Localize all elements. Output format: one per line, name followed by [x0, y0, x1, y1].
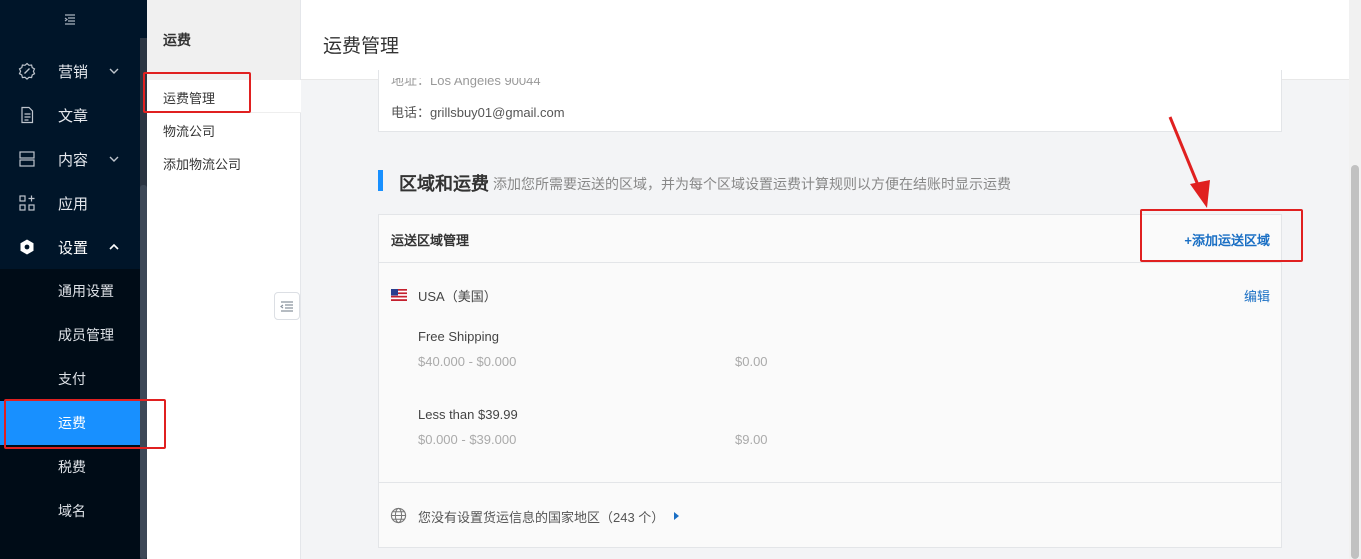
- unassigned-countries-text[interactable]: 您没有设置货运信息的国家地区（243 个）: [418, 507, 664, 526]
- sidebar-subitem-payment[interactable]: 支付: [0, 357, 140, 401]
- list-collapse-icon: [280, 300, 293, 312]
- content-icon: [18, 150, 36, 168]
- main-scroll-thumb[interactable]: [1351, 165, 1359, 559]
- sidebar-item-label: 应用: [58, 195, 89, 213]
- rate-name: Less than $39.99: [418, 407, 518, 422]
- subitem-label: 税费: [58, 459, 86, 475]
- annotation-arrow-icon: [1168, 116, 1210, 208]
- sidebar-subitem-domain[interactable]: 域名: [0, 489, 140, 533]
- rate-range: $40.000 - $0.000: [418, 354, 517, 369]
- section-accent-bar: [378, 170, 383, 191]
- subitem-label: 成员管理: [58, 327, 114, 343]
- annotation-box-submenu: [143, 72, 251, 113]
- rate-range: $0.000 - $39.000: [418, 432, 517, 447]
- phone-text: 电话：grillsbuy01@gmail.com: [391, 105, 565, 120]
- chevron-up-icon: [109, 243, 119, 250]
- edit-zone-link[interactable]: 编辑: [1244, 286, 1270, 305]
- settings-icon: [18, 238, 36, 256]
- sidebar-item-articles[interactable]: 文章: [0, 93, 140, 137]
- annotation-box-add-zone: [1140, 209, 1303, 262]
- zone-card-title: 运送区域管理: [391, 233, 470, 248]
- rate-price: $0.00: [735, 354, 768, 369]
- rate-price: $9.00: [735, 432, 768, 447]
- shipping-zone-card: 运送区域管理 +添加运送区域 USA（美国） 编辑 Free Shipping …: [378, 214, 1282, 548]
- chevron-down-icon: [109, 156, 119, 162]
- section-title: 区域和运费: [399, 174, 489, 194]
- subitem-label: 域名: [58, 503, 86, 519]
- document-icon: [18, 106, 36, 124]
- submenu-title: 运费: [147, 0, 300, 80]
- sidebar-item-label: 营销: [58, 63, 89, 81]
- sidebar-subitem-general[interactable]: 通用设置: [0, 269, 140, 313]
- sidebar-item-marketing[interactable]: 营销: [0, 49, 140, 93]
- sidebar-item-settings[interactable]: 设置: [0, 225, 140, 269]
- chevron-down-icon: [109, 68, 119, 74]
- sidebar-item-apps[interactable]: 应用: [0, 181, 140, 225]
- annotation-box-sidebar: [4, 399, 166, 449]
- submenu-item-carriers[interactable]: 物流公司: [163, 121, 215, 140]
- main-sidebar: 营销 文章 内容 应用 设置 通用设置 成员管理 支付 运费 税费 域名: [0, 0, 147, 559]
- sidebar-subitem-tax[interactable]: 税费: [0, 445, 140, 489]
- sidebar-item-content[interactable]: 内容: [0, 137, 140, 181]
- sidebar-item-label: 文章: [58, 107, 89, 125]
- sidebar-item-label: 内容: [58, 151, 89, 169]
- section-description: 添加您所需要运送的区域，并为每个区域设置运费计算规则以方便在结账时显示运费: [493, 176, 1011, 192]
- marketing-icon: [18, 62, 36, 80]
- page-header: 运费管理: [301, 0, 1349, 80]
- panel-collapse-button[interactable]: [274, 292, 300, 320]
- sidebar-subitem-members[interactable]: 成员管理: [0, 313, 140, 357]
- subitem-label: 通用设置: [58, 283, 114, 299]
- address-text: 地址：Los Angeles 90044: [391, 73, 541, 88]
- caret-right-icon[interactable]: [674, 512, 679, 520]
- store-contact-card: 地址：Los Angeles 90044 电话：grillsbuy01@gmai…: [378, 70, 1282, 132]
- zone-divider: [379, 482, 1281, 483]
- apps-icon: [18, 194, 36, 212]
- zone-country-name: USA（美国）: [418, 289, 497, 304]
- rate-name: Free Shipping: [418, 329, 499, 344]
- sidebar-item-label: 设置: [58, 239, 89, 257]
- globe-icon: [390, 507, 407, 524]
- menu-collapse-icon[interactable]: [0, 0, 140, 38]
- submenu-item-add-carrier[interactable]: 添加物流公司: [163, 154, 241, 173]
- sidebar-scroll-thumb[interactable]: [140, 185, 147, 559]
- page-title: 运费管理: [323, 36, 400, 57]
- subitem-label: 支付: [58, 371, 86, 387]
- us-flag-icon: [391, 289, 407, 301]
- main-scrollbar[interactable]: [1349, 0, 1361, 559]
